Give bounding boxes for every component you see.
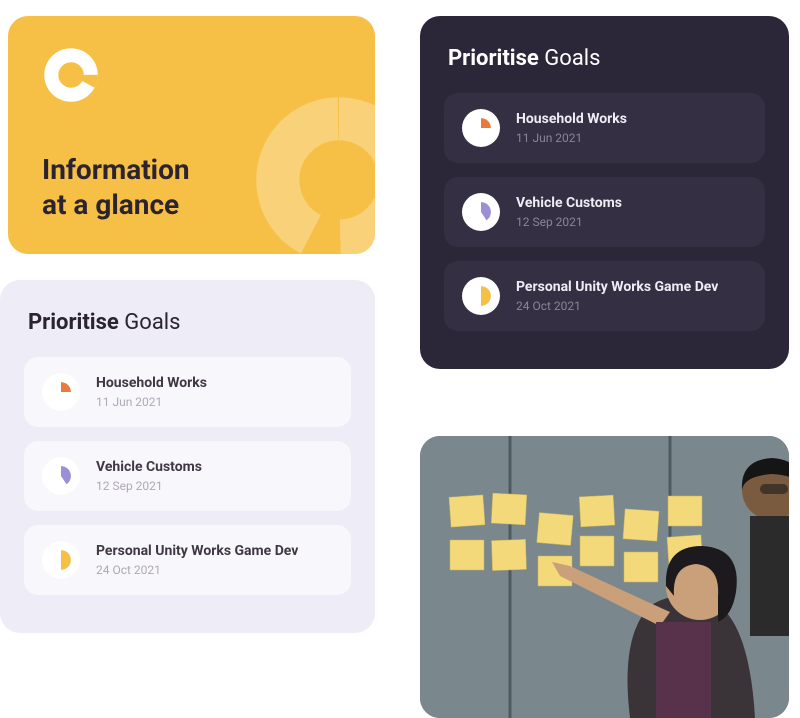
goal-title: Household Works bbox=[96, 375, 207, 391]
goal-date: 11 Jun 2021 bbox=[516, 131, 627, 145]
info-headline-line1: Information bbox=[42, 153, 190, 186]
goal-item[interactable]: Vehicle Customs 12 Sep 2021 bbox=[24, 441, 351, 511]
goal-date: 11 Jun 2021 bbox=[96, 395, 207, 409]
goal-text: Personal Unity Works Game Dev 24 Oct 202… bbox=[96, 543, 298, 577]
goal-text: Household Works 11 Jun 2021 bbox=[516, 111, 627, 145]
goal-date: 12 Sep 2021 bbox=[516, 215, 622, 229]
panel-title-rest: Goals bbox=[124, 310, 180, 335]
goal-date: 12 Sep 2021 bbox=[96, 479, 202, 493]
sticky-notes-photo bbox=[420, 436, 789, 718]
pie-yellow-icon bbox=[42, 541, 80, 579]
goal-text: Vehicle Customs 12 Sep 2021 bbox=[516, 195, 622, 229]
panel-title: Prioritise Goals bbox=[24, 310, 351, 335]
prioritise-panel-light: Prioritise Goals Household Works 11 Jun … bbox=[0, 280, 375, 633]
pie-chart-bg-icon bbox=[249, 90, 375, 254]
goal-item[interactable]: Vehicle Customs 12 Sep 2021 bbox=[444, 177, 765, 247]
info-card: Information at a glance bbox=[8, 16, 375, 254]
goal-title: Personal Unity Works Game Dev bbox=[516, 279, 718, 295]
goal-date: 24 Oct 2021 bbox=[516, 299, 718, 313]
pie-yellow-icon bbox=[462, 277, 500, 315]
pie-purple-icon bbox=[462, 193, 500, 231]
goal-date: 24 Oct 2021 bbox=[96, 563, 298, 577]
prioritise-panel-dark: Prioritise Goals Household Works 11 Jun … bbox=[420, 16, 789, 369]
goal-item[interactable]: Personal Unity Works Game Dev 24 Oct 202… bbox=[24, 525, 351, 595]
goal-item[interactable]: Household Works 11 Jun 2021 bbox=[444, 93, 765, 163]
panel-title-bold: Prioritise bbox=[448, 46, 539, 71]
panel-title: Prioritise Goals bbox=[444, 46, 765, 71]
panel-title-bold: Prioritise bbox=[28, 310, 119, 335]
goal-item[interactable]: Household Works 11 Jun 2021 bbox=[24, 357, 351, 427]
goal-item[interactable]: Personal Unity Works Game Dev 24 Oct 202… bbox=[444, 261, 765, 331]
goal-text: Personal Unity Works Game Dev 24 Oct 202… bbox=[516, 279, 718, 313]
photo-card bbox=[420, 436, 789, 718]
panel-title-rest: Goals bbox=[544, 46, 600, 71]
info-headline-line2: at a glance bbox=[42, 188, 179, 221]
pie-purple-icon bbox=[42, 457, 80, 495]
goal-text: Household Works 11 Jun 2021 bbox=[96, 375, 207, 409]
pie-chart-icon bbox=[42, 46, 100, 104]
goal-title: Vehicle Customs bbox=[516, 195, 622, 211]
pie-orange-icon bbox=[42, 373, 80, 411]
goal-title: Personal Unity Works Game Dev bbox=[96, 543, 298, 559]
goal-title: Vehicle Customs bbox=[96, 459, 202, 475]
goal-title: Household Works bbox=[516, 111, 627, 127]
goal-text: Vehicle Customs 12 Sep 2021 bbox=[96, 459, 202, 493]
pie-orange-icon bbox=[462, 109, 500, 147]
